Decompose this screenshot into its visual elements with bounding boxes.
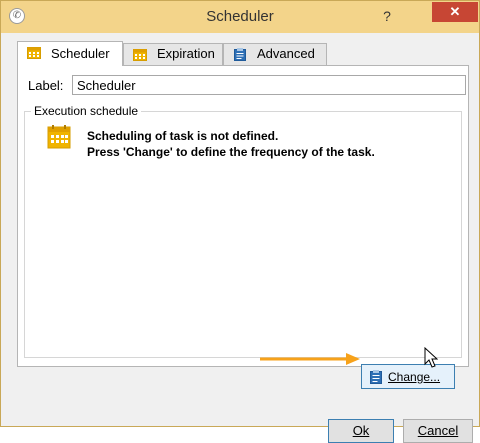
label-input[interactable]: [72, 75, 466, 95]
tab-expiration[interactable]: Expiration: [123, 43, 223, 65]
mouse-cursor-icon: [424, 347, 438, 368]
dialog-content: Scheduler Expiration Advanced Label: Sch…: [9, 33, 473, 443]
label-caption: Label:: [28, 78, 64, 93]
title-bar[interactable]: ✆ Scheduler ? ✕: [1, 1, 479, 33]
ok-button-label: Ok: [352, 423, 370, 438]
clipboard-icon: [234, 48, 246, 61]
execution-schedule-title: Execution schedule: [31, 104, 142, 118]
schedule-message-line1: Scheduling of task is not defined.: [87, 129, 279, 143]
close-button[interactable]: ✕: [432, 2, 478, 22]
tab-advanced-label: Advanced: [257, 46, 315, 61]
schedule-message-line2: Press 'Change' to define the frequency o…: [87, 145, 375, 159]
tab-advanced[interactable]: Advanced: [223, 43, 327, 65]
scheduler-dialog: ✆ Scheduler ? ✕ Scheduler Expiration Adv…: [0, 0, 480, 443]
execution-schedule-group: Execution schedule Scheduling of task is…: [24, 104, 462, 358]
change-button[interactable]: Change...: [361, 364, 455, 389]
change-button-label: Change...: [388, 370, 441, 384]
calendar-icon: [27, 47, 41, 59]
tab-panel-scheduler: Label: Execution schedule Scheduling of …: [17, 65, 469, 389]
calendar-icon: [47, 125, 71, 149]
calendar-icon: [133, 49, 147, 61]
cancel-button[interactable]: Cancel: [403, 419, 473, 443]
tab-scheduler[interactable]: Scheduler: [17, 41, 123, 66]
arrow-right-icon: [260, 353, 360, 365]
clipboard-icon: [370, 370, 382, 384]
tab-expiration-label: Expiration: [157, 46, 215, 61]
cancel-button-label: Cancel: [417, 423, 459, 438]
help-button[interactable]: ?: [376, 6, 398, 26]
ok-button[interactable]: Ok: [328, 419, 394, 443]
tab-scheduler-label: Scheduler: [51, 46, 110, 61]
window-title: Scheduler: [206, 8, 274, 25]
